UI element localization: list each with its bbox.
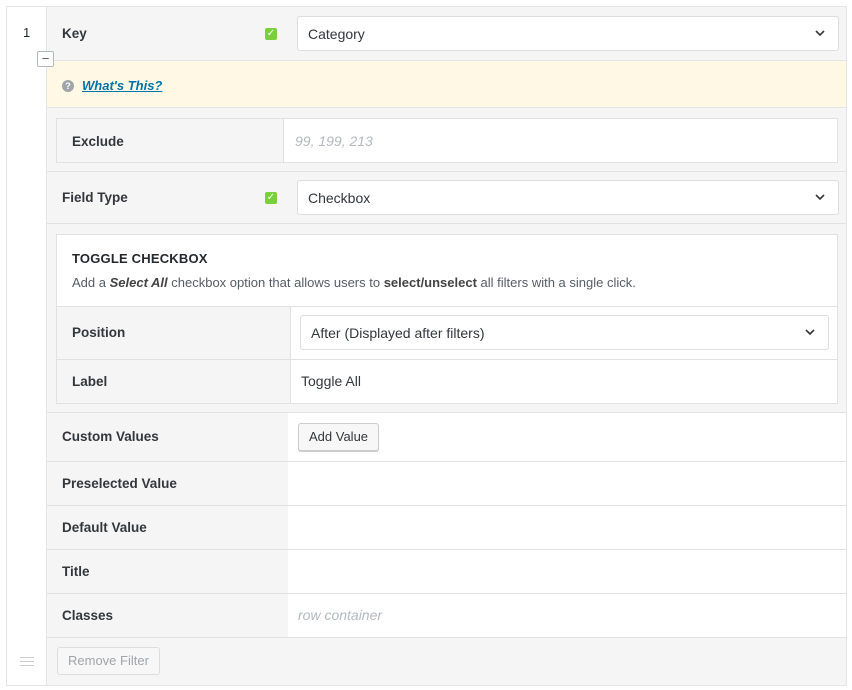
filter-fields: Key ✓ Category ? What's This? Exclude 99… <box>47 7 846 685</box>
position-label: Position <box>72 325 126 340</box>
custom-values-label: Custom Values <box>62 429 159 444</box>
field-type-select-value: Checkbox <box>308 190 371 206</box>
position-label-cell: Position <box>57 307 291 359</box>
toggle-checkbox-box: TOGGLE CHECKBOX Add a Select All checkbo… <box>56 234 838 404</box>
whats-this-notice: ? What's This? <box>47 60 846 108</box>
toggle-checkbox-heading: TOGGLE CHECKBOX <box>72 251 208 266</box>
custom-values-cell: Add Value <box>288 413 846 461</box>
exclude-label-cell: Exclude <box>57 119 284 162</box>
key-select-value: Category <box>308 26 365 42</box>
chevron-down-icon <box>815 30 825 37</box>
title-input[interactable] <box>288 550 846 593</box>
default-value-input[interactable] <box>288 506 846 549</box>
exclude-placeholder: 99, 199, 213 <box>295 133 373 149</box>
toggle-label-input[interactable]: Toggle All <box>292 360 837 403</box>
collapse-button[interactable]: − <box>37 51 54 67</box>
field-type-label: Field Type <box>62 190 128 205</box>
toggle-label-value: Toggle All <box>301 373 361 389</box>
chevron-down-icon <box>815 194 825 201</box>
whats-this-link[interactable]: What's This? <box>82 78 162 93</box>
filter-panel: 1 − Key ✓ Category ? What's This? Exclud… <box>6 6 847 686</box>
classes-label: Classes <box>62 608 114 623</box>
divider <box>47 223 846 224</box>
add-value-button[interactable]: Add Value <box>298 423 380 451</box>
filter-gutter: 1 <box>7 7 47 685</box>
exclude-input[interactable]: 99, 199, 213 <box>285 119 837 162</box>
toggle-checkbox-description: Add a Select All checkbox option that al… <box>72 275 636 290</box>
divider <box>47 637 846 638</box>
divider <box>47 171 846 172</box>
key-select[interactable]: Category <box>297 16 839 51</box>
toggle-label-label: Label <box>72 374 108 389</box>
exclude-label: Exclude <box>72 134 124 149</box>
preselected-value-input[interactable] <box>288 462 846 505</box>
chevron-down-icon <box>805 329 815 336</box>
question-icon: ? <box>62 80 74 92</box>
row-number: 1 <box>23 25 31 40</box>
key-label: Key <box>62 26 87 41</box>
position-select-value: After (Displayed after filters) <box>311 325 485 341</box>
default-value-label: Default Value <box>62 520 147 535</box>
field-type-select[interactable]: Checkbox <box>297 180 839 215</box>
classes-placeholder: row container <box>298 607 383 623</box>
remove-filter-button[interactable]: Remove Filter <box>57 647 160 675</box>
exclude-row: Exclude 99, 199, 213 <box>56 118 838 163</box>
classes-input[interactable]: row container <box>288 594 846 637</box>
position-select[interactable]: After (Displayed after filters) <box>300 315 829 350</box>
field-type-check-icon: ✓ <box>265 192 277 204</box>
preselected-value-label: Preselected Value <box>62 476 177 491</box>
key-check-icon: ✓ <box>265 28 277 40</box>
drag-handle-icon[interactable] <box>20 657 34 669</box>
title-label: Title <box>62 564 90 579</box>
toggle-label-cell: Label <box>57 360 291 403</box>
